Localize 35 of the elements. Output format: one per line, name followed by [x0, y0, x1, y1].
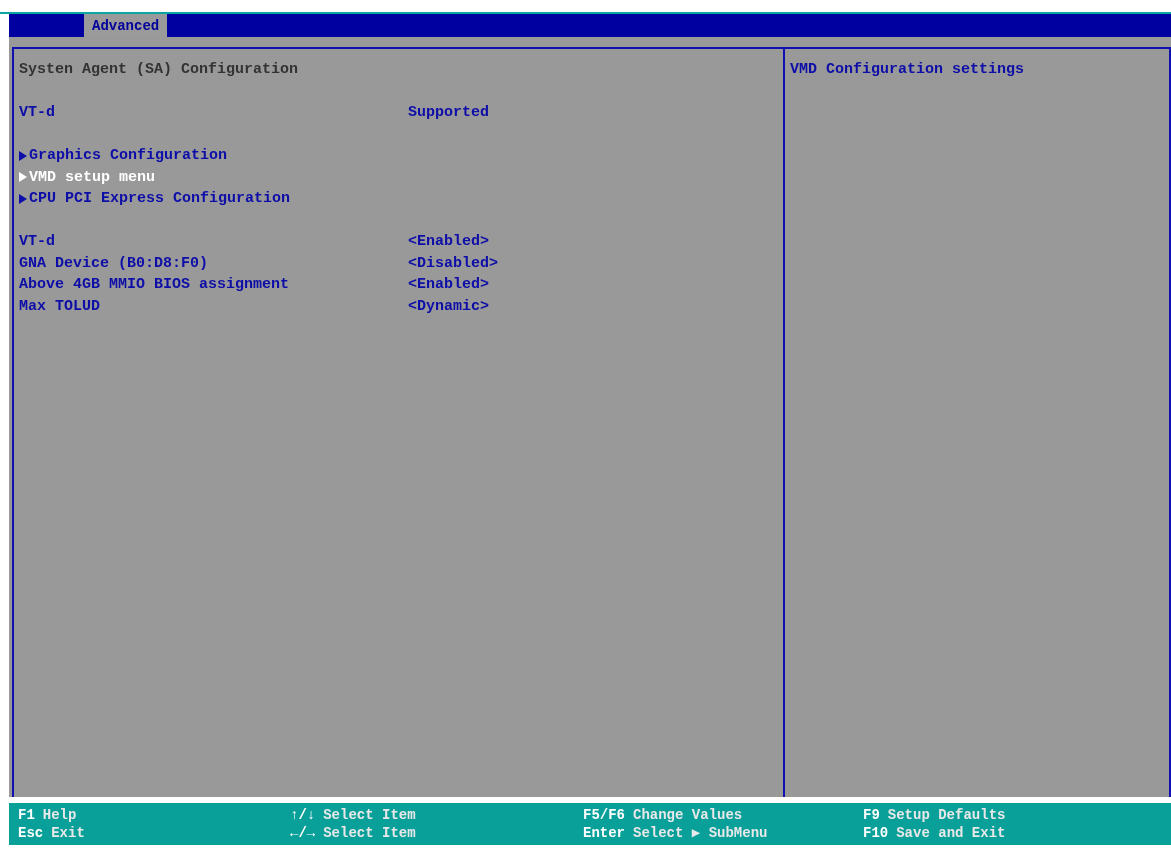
setting-label[interactable]: VT-d — [19, 231, 408, 253]
key-label: ↑/↓ — [290, 806, 316, 824]
triangle-icon — [19, 193, 28, 204]
triangle-icon — [19, 150, 28, 161]
setting-label[interactable]: GNA Device (B0:D8:F0) — [19, 252, 408, 274]
page-title: Systen Agent (SA) Configuration — [19, 60, 300, 80]
setting-value[interactable]: <Enabled> — [408, 231, 489, 253]
key-action: Help — [42, 806, 77, 824]
submenu-item[interactable]: Graphics Configuration — [19, 145, 408, 167]
key-action: Save and Exit — [896, 824, 1006, 842]
key-action: Setup Defaults — [887, 806, 1006, 824]
key-action: Change Values — [633, 806, 743, 824]
key-label: Esc — [18, 824, 44, 842]
key-action: Exit — [51, 824, 85, 842]
key-action: Select Item — [323, 806, 416, 824]
help-text: VMD Configuration settings — [790, 60, 1026, 80]
setting-value[interactable]: <Dynamic> — [408, 295, 489, 317]
setting-label[interactable]: Above 4GB MMIO BIOS assignment — [19, 274, 408, 296]
key-label: F5/F6 — [583, 806, 625, 824]
key-label: F10 — [863, 824, 889, 842]
menu-tab[interactable]: Advanced — [84, 14, 168, 37]
triangle-icon — [19, 172, 28, 183]
setting-value: Supported — [408, 103, 489, 123]
key-label: ←/→ — [290, 824, 316, 842]
setting-value[interactable]: <Disabled> — [408, 252, 498, 274]
key-action: Select ▶ SubMenu — [633, 824, 768, 842]
setting-value[interactable]: <Enabled> — [408, 274, 489, 296]
key-label: F9 — [863, 806, 880, 824]
key-label: Enter — [583, 824, 625, 842]
submenu-item[interactable]: VMD setup menu — [19, 166, 408, 188]
key-label: F1 — [18, 806, 35, 824]
submenu-item[interactable]: CPU PCI Express Configuration — [19, 188, 408, 210]
key-action: Select Item — [323, 824, 416, 842]
setting-label: VT-d — [19, 103, 56, 123]
setting-label[interactable]: Max TOLUD — [19, 295, 408, 317]
